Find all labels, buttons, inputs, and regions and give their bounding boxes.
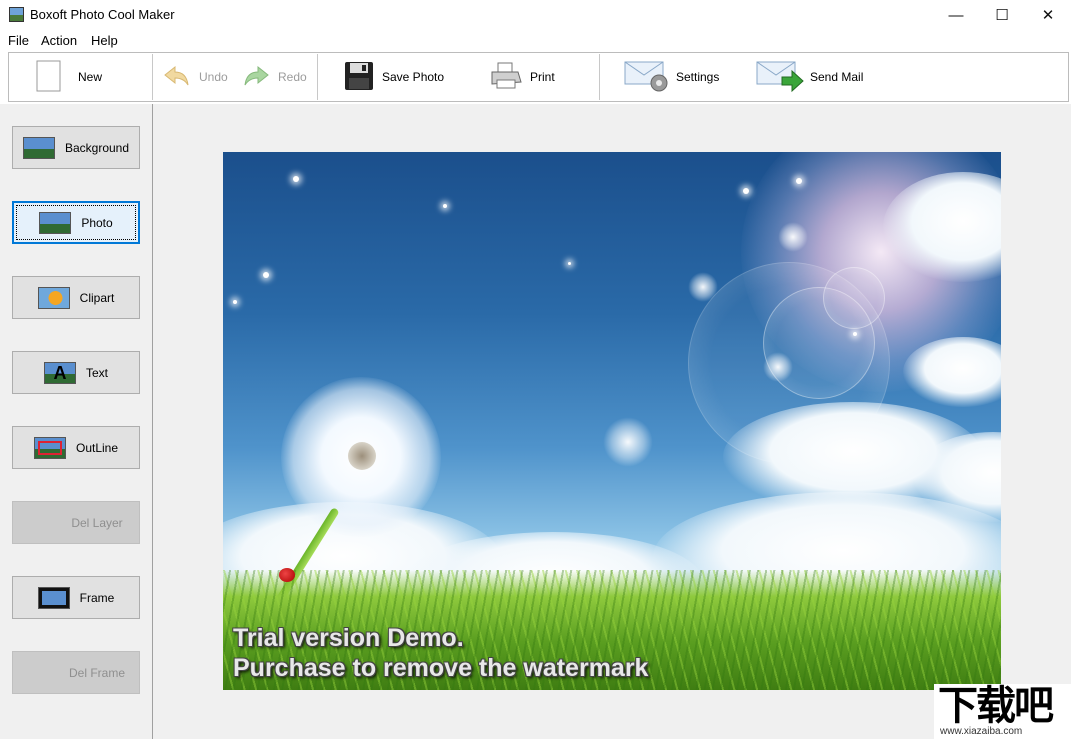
send-mail-button[interactable]: Send Mail: [756, 56, 863, 98]
photo-label: Photo: [81, 215, 113, 230]
printer-icon: [490, 62, 522, 93]
del-layer-button[interactable]: Del Layer: [12, 501, 140, 544]
print-label: Print: [530, 70, 555, 84]
maximize-button[interactable]: ☐: [979, 0, 1025, 30]
dandelion-seed: [763, 352, 793, 382]
toolbar: New Undo Redo Save Photo Print Settings: [0, 50, 1071, 104]
close-button[interactable]: ✕: [1025, 0, 1071, 30]
settings-button[interactable]: Settings: [624, 56, 719, 98]
sparkle: [293, 176, 299, 182]
menu-action[interactable]: Action: [41, 33, 77, 48]
outline-label: OutLine: [75, 440, 119, 455]
print-button[interactable]: Print: [490, 56, 555, 98]
del-frame-button[interactable]: Del Frame: [12, 651, 140, 694]
send-mail-label: Send Mail: [810, 70, 864, 84]
delete-frame-icon: [27, 662, 59, 684]
ladybug: [279, 568, 295, 582]
background-button[interactable]: Background: [12, 126, 140, 169]
outline-button[interactable]: OutLine: [12, 426, 140, 469]
sparkle: [443, 204, 447, 208]
site-url: www.xiazaiba.com: [940, 726, 1023, 737]
photo-canvas[interactable]: Trial version Demo. Purchase to remove t…: [223, 152, 1001, 690]
frame-button[interactable]: Frame: [12, 576, 140, 619]
canvas-area: Trial version Demo. Purchase to remove t…: [153, 104, 1071, 739]
toolbar-separator: [599, 54, 600, 100]
dandelion-seed: [603, 417, 653, 467]
floppy-disk-icon: [344, 61, 374, 94]
dandelion-seed: [778, 222, 808, 252]
save-photo-button[interactable]: Save Photo: [344, 56, 444, 98]
redo-arrow-icon: [242, 64, 270, 91]
sparkle: [263, 272, 269, 278]
undo-arrow-icon: [163, 64, 191, 91]
title-bar: Boxoft Photo Cool Maker — ☐ ✕: [0, 0, 1071, 30]
sparkle: [568, 262, 571, 265]
site-logo: 下载吧: [938, 683, 1054, 729]
undo-button[interactable]: Undo: [163, 56, 228, 98]
frame-icon: [37, 586, 70, 609]
frame-label: Frame: [79, 590, 115, 605]
settings-label: Settings: [676, 70, 720, 84]
photo-button[interactable]: Photo: [12, 201, 140, 244]
text-label: Text: [85, 365, 108, 380]
sparkle: [233, 300, 237, 304]
send-mail-envelope-icon: [756, 59, 804, 96]
smiley-icon: [37, 286, 70, 309]
redo-button[interactable]: Redo: [242, 56, 307, 98]
del-layer-label: Del Layer: [71, 515, 123, 530]
dandelion-core: [348, 442, 376, 470]
tool-sidebar: Background Photo Clipart A Text OutLine …: [0, 104, 153, 739]
text-a-icon: A: [43, 361, 76, 384]
site-badge: 下载吧 www.xiazaiba.com: [934, 684, 1071, 739]
menu-bar: File Action Help: [0, 30, 1071, 50]
menu-file[interactable]: File: [8, 33, 29, 48]
sparkle: [853, 332, 857, 336]
settings-envelope-gear-icon: [624, 59, 670, 96]
new-document-icon: [36, 60, 62, 95]
outline-icon: [33, 436, 66, 459]
clipart-button[interactable]: Clipart: [12, 276, 140, 319]
photo-icon: [39, 211, 72, 234]
new-label: New: [78, 70, 103, 84]
minimize-button[interactable]: —: [933, 0, 979, 30]
text-button[interactable]: A Text: [12, 351, 140, 394]
toolbar-separator: [152, 54, 153, 100]
app-icon: [9, 7, 24, 22]
watermark-line-2: Purchase to remove the watermark: [233, 654, 649, 682]
sparkle: [796, 178, 802, 184]
new-button[interactable]: New: [36, 56, 102, 98]
cloud: [903, 337, 1001, 407]
save-photo-label: Save Photo: [382, 70, 445, 84]
toolbar-separator: [317, 54, 318, 100]
background-label: Background: [64, 140, 130, 155]
redo-label: Redo: [278, 70, 307, 84]
watermark-line-1: Trial version Demo.: [233, 624, 464, 652]
landscape-icon: [22, 136, 55, 159]
undo-label: Undo: [199, 70, 228, 84]
window-title: Boxoft Photo Cool Maker: [30, 7, 175, 22]
delete-layer-icon: [29, 512, 61, 534]
sparkle: [743, 188, 749, 194]
dandelion-seed: [688, 272, 718, 302]
menu-help[interactable]: Help: [91, 33, 118, 48]
del-frame-label: Del Frame: [68, 665, 125, 680]
clipart-label: Clipart: [79, 290, 115, 305]
